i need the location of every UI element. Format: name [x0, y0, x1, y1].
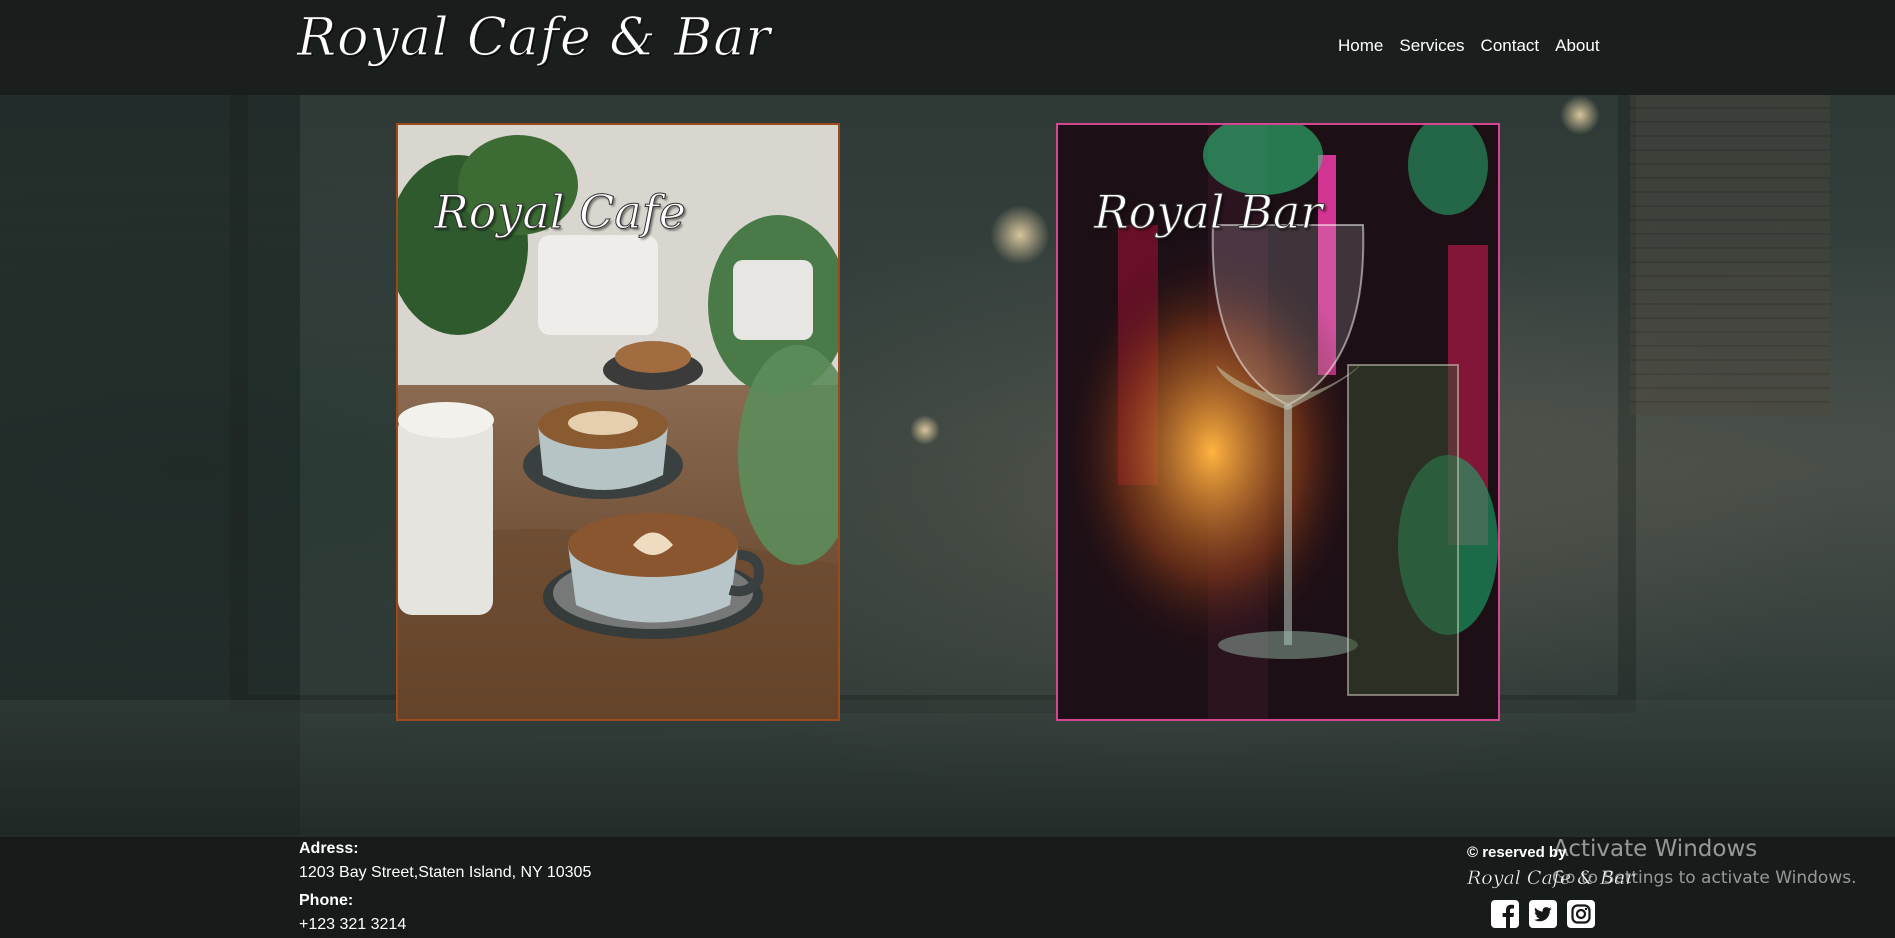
- activation-title: Activate Windows: [1553, 836, 1758, 862]
- nav-link-contact[interactable]: Contact: [1481, 36, 1540, 56]
- address-label: Adress:: [299, 840, 359, 857]
- background-light: [990, 205, 1050, 265]
- background-brick-wall: [1630, 95, 1830, 415]
- nav-link-home[interactable]: Home: [1338, 36, 1383, 56]
- site-header: Royal Cafe & Bar Home Services Contact A…: [0, 0, 1895, 95]
- nav-link-about[interactable]: About: [1555, 36, 1599, 56]
- facebook-icon[interactable]: [1490, 899, 1520, 929]
- site-logo[interactable]: Royal Cafe & Bar: [296, 8, 771, 69]
- main-nav: Home Services Contact About: [1338, 36, 1600, 56]
- phone-value: +123 321 3214: [299, 916, 407, 933]
- bar-card-title: Royal Bar: [1093, 185, 1323, 240]
- copyright-text: © reserved by: [1467, 844, 1567, 861]
- background-light: [910, 415, 940, 445]
- cafe-card[interactable]: Royal Cafe: [396, 123, 840, 721]
- address-value: 1203 Bay Street,Staten Island, NY 10305: [299, 864, 592, 881]
- windows-activation-watermark: Activate Windows Go to Settings to activ…: [1552, 836, 1857, 888]
- bar-card[interactable]: Royal Bar: [1056, 123, 1500, 721]
- twitter-icon[interactable]: [1528, 899, 1558, 929]
- social-links: [1490, 899, 1596, 929]
- instagram-icon[interactable]: [1566, 899, 1596, 929]
- activation-subtitle: Go to Settings to activate Windows.: [1552, 868, 1857, 888]
- phone-label: Phone:: [299, 892, 354, 909]
- nav-link-services[interactable]: Services: [1399, 36, 1464, 56]
- cafe-card-title: Royal Cafe: [434, 185, 687, 240]
- background-counter: [0, 700, 1895, 840]
- background-light: [1560, 95, 1600, 135]
